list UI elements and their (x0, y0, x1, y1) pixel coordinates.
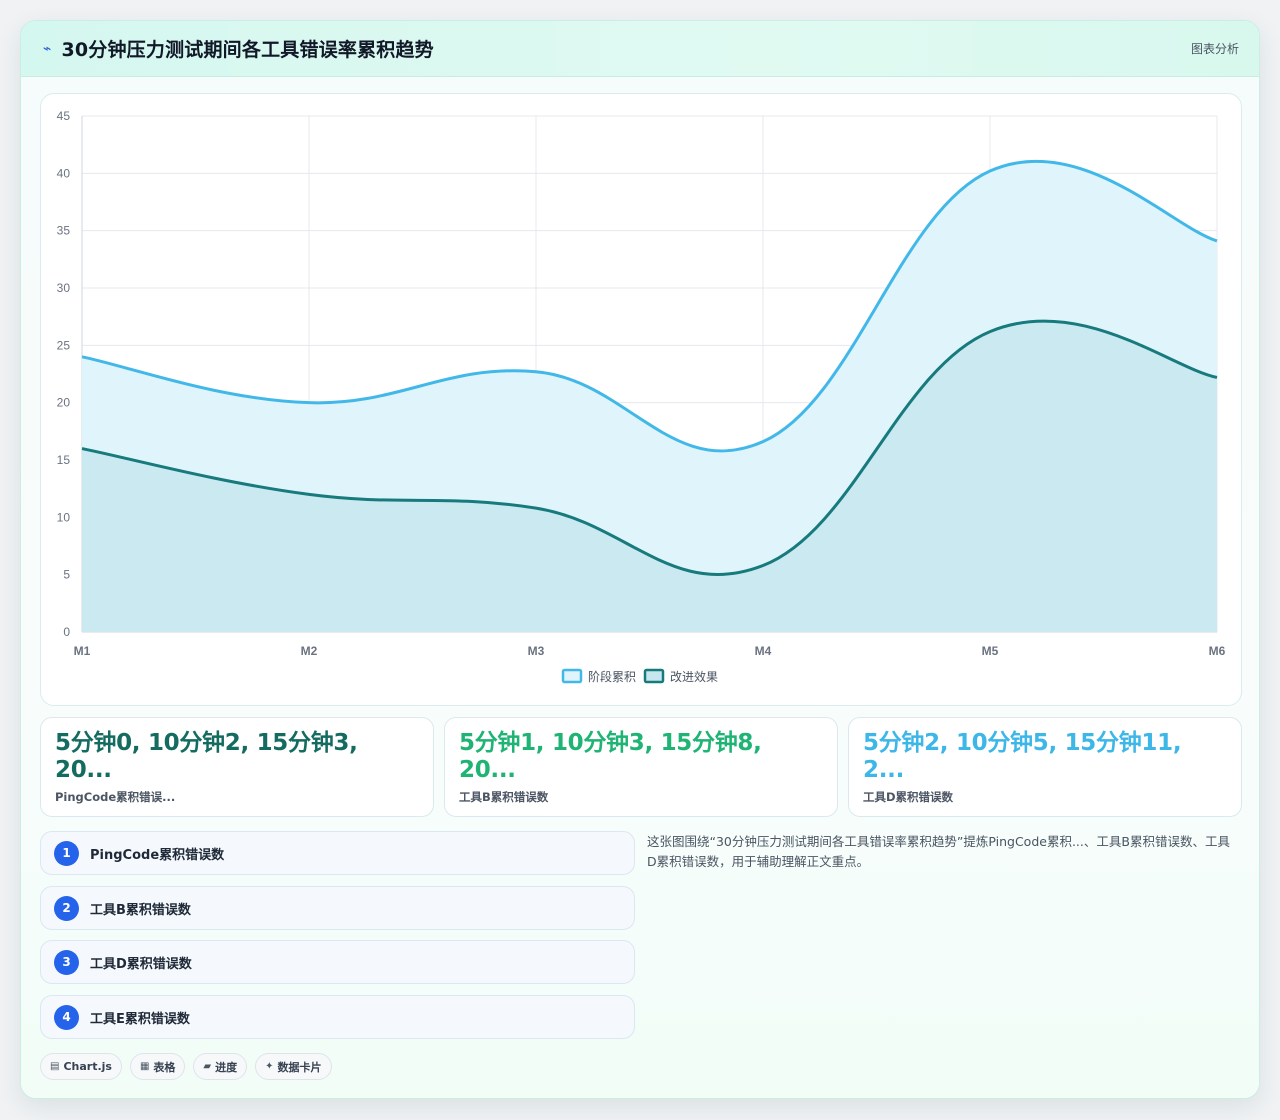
stat-card-1: 5分钟0, 10分钟2, 15分钟3, 20... PingCode累积错误..… (40, 717, 434, 817)
chip-label: 数据卡片 (277, 1060, 322, 1074)
x-tick-label: M1 (74, 644, 91, 658)
x-tick-label: M6 (1209, 644, 1226, 658)
legend-swatch (561, 668, 583, 684)
y-tick-label: 35 (57, 224, 71, 238)
list-item[interactable]: 1 PingCode累积错误数 (40, 831, 635, 875)
chip-label: 表格 (153, 1060, 176, 1074)
legend-label: 改进效果 (670, 669, 718, 684)
chart-description: 这张图围绕“30分钟压力测试期间各工具错误率累积趋势”提炼PingCode累积.… (647, 834, 1230, 869)
legend-label: 阶段累积 (588, 669, 636, 684)
page-title: 30分钟压力测试期间各工具错误率累积趋势 (61, 39, 434, 61)
y-tick-label: 0 (63, 625, 70, 639)
stat-cards: 5分钟0, 10分钟2, 15分钟3, 20... PingCode累积错误..… (40, 717, 1242, 817)
stat-label: 工具B累积错误数 (459, 790, 549, 804)
x-tick-label: M3 (528, 644, 545, 658)
feature-chips: ▤ Chart.js ▦ 表格 ▰ 进度 ✦ 数据卡片 (40, 1053, 332, 1080)
x-tick-label: M5 (982, 644, 999, 658)
chart-icon: ▤ (50, 1061, 60, 1072)
y-tick-label: 15 (57, 453, 71, 467)
table-icon: ▦ (139, 1061, 150, 1072)
stat-card-3: 5分钟2, 10分钟5, 15分钟11, 2... 工具D累积错误数 (848, 717, 1242, 817)
list-item[interactable]: 4 工具E累积错误数 (40, 995, 635, 1039)
chip-data-cards[interactable]: ✦ 数据卡片 (255, 1053, 332, 1080)
bolt-icon: ⌁ (43, 40, 52, 57)
item-number-badge: 3 (54, 949, 79, 975)
x-tick-label: M2 (301, 644, 318, 658)
list-item-label: PingCode累积错误数 (90, 847, 225, 863)
stat-value: 5分钟0, 10分钟2, 15分钟3, 20... (55, 730, 358, 783)
list-item-label: 工具B累积错误数 (90, 902, 191, 918)
chip-label: Chart.js (63, 1060, 112, 1073)
x-tick-label: M4 (755, 644, 772, 658)
area-chart: 0 5 10 15 20 25 30 35 40 45 M1 M2 M3 M4 M5 M6 阶段累积 改进效果 (57, 109, 1226, 684)
stat-label: 工具D累积错误数 (863, 790, 954, 804)
progress-icon: ▰ (203, 1061, 212, 1072)
sparkle-icon: ✦ (265, 1061, 274, 1072)
chip-chartjs[interactable]: ▤ Chart.js (40, 1053, 122, 1080)
y-tick-label: 30 (57, 281, 71, 295)
legend-swatch (643, 668, 665, 684)
item-number-badge: 2 (54, 895, 79, 921)
card-header: ⌁ 30分钟压力测试期间各工具错误率累积趋势 图表分析 (21, 21, 1259, 77)
y-tick-label: 5 (63, 568, 70, 582)
item-number-badge: 1 (54, 840, 79, 866)
chip-label: 进度 (215, 1060, 238, 1074)
y-tick-label: 40 (57, 166, 71, 180)
y-tick-label: 25 (57, 338, 71, 352)
chart-panel: 0 5 10 15 20 25 30 35 40 45 M1 M2 M3 M4 M5 M6 阶段累积 改进效果 (40, 93, 1242, 706)
stat-label: PingCode累积错误... (55, 790, 176, 804)
list-item[interactable]: 2 工具B累积错误数 (40, 886, 635, 930)
chip-table[interactable]: ▦ 表格 (129, 1053, 186, 1080)
chart-card: ⌁ 30分钟压力测试期间各工具错误率累积趋势 图表分析 0 5 10 15 20 25 30… (20, 20, 1260, 1099)
stat-value: 5分钟2, 10分钟5, 15分钟11, 2... (863, 730, 1182, 783)
y-tick-label: 20 (57, 396, 71, 410)
list-item-label: 工具D累积错误数 (90, 956, 192, 972)
y-tick-label: 10 (57, 510, 71, 524)
y-tick-label: 45 (57, 109, 71, 123)
list-item[interactable]: 3 工具D累积错误数 (40, 940, 635, 984)
chart-analysis-tag: 图表分析 (1190, 42, 1239, 56)
stat-value: 5分钟1, 10分钟3, 15分钟8, 20... (459, 730, 762, 783)
stat-card-2: 5分钟1, 10分钟3, 15分钟8, 20... 工具B累积错误数 (444, 717, 838, 817)
item-number-badge: 4 (54, 1004, 79, 1030)
chip-progress[interactable]: ▰ 进度 (193, 1053, 248, 1080)
list-item-label: 工具E累积错误数 (90, 1011, 190, 1027)
